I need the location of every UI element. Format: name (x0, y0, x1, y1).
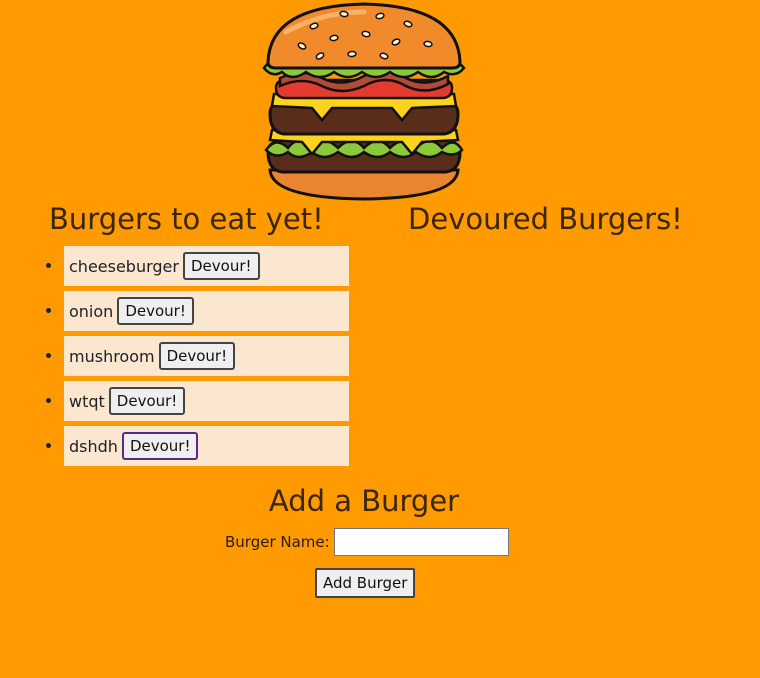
devour-button[interactable]: Devour! (121, 432, 199, 460)
burger-name: mushroom (69, 346, 155, 366)
burger-item: onion Devour! (46, 291, 349, 331)
burger-name: onion (69, 301, 114, 321)
burger-item: wtqt Devour! (46, 381, 349, 421)
devour-button[interactable]: Devour! (158, 342, 236, 370)
devour-button[interactable]: Devour! (108, 387, 186, 415)
burger-name: wtqt (69, 391, 105, 411)
devour-button[interactable]: Devour! (117, 297, 194, 325)
add-burger-button[interactable]: Add Burger (315, 568, 416, 598)
burger-logo (262, 2, 466, 202)
add-burger-heading: Add a Burger (268, 484, 460, 518)
burger-name: cheeseburger (69, 256, 179, 276)
to-eat-list: cheeseburger Devour! onion Devour! mushr… (46, 246, 349, 471)
bullet-icon (46, 443, 51, 448)
to-eat-heading: Burgers to eat yet! (49, 202, 324, 236)
burger-name: dshdh (69, 436, 118, 456)
burger-item: cheeseburger Devour! (46, 246, 349, 286)
burger-name-label: Burger Name: (225, 533, 330, 551)
devour-button[interactable]: Devour! (182, 252, 260, 280)
bullet-icon (46, 263, 51, 268)
burger-name-input[interactable] (333, 528, 509, 556)
burger-logo-icon (262, 2, 466, 201)
burger-item: dshdh Devour! (46, 426, 349, 466)
bullet-icon (46, 398, 51, 403)
burger-item: mushroom Devour! (46, 336, 349, 376)
bullet-icon (46, 353, 51, 358)
bullet-icon (46, 308, 51, 313)
add-burger-form: Burger Name: (225, 528, 509, 556)
devoured-heading: Devoured Burgers! (408, 202, 683, 236)
